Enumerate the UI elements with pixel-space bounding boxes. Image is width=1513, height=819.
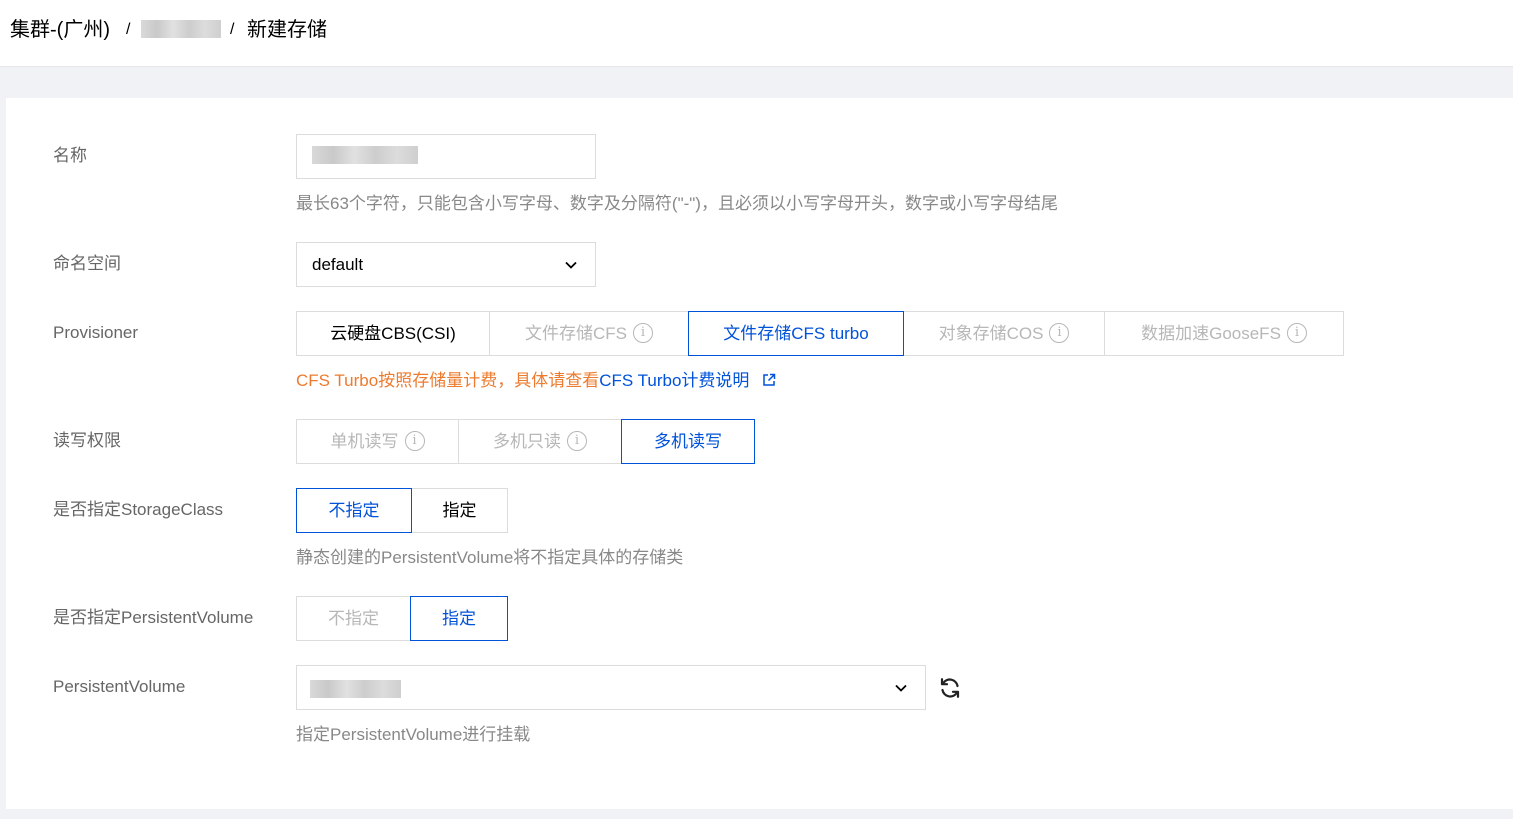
billing-note: CFS Turbo按照存储量计费，具体请查看CFS Turbo计费说明: [296, 370, 776, 392]
pv-toggle-label: 是否指定PersistentVolume: [53, 608, 254, 627]
storage-class-option-specify[interactable]: 指定: [411, 488, 508, 533]
pv-select[interactable]: [296, 665, 926, 710]
name-label: 名称: [53, 146, 87, 165]
info-circle-icon[interactable]: i: [633, 322, 653, 343]
pv-option-specify[interactable]: 指定: [410, 596, 508, 641]
access-mode-rwx[interactable]: 多机读写: [621, 419, 755, 464]
name-input[interactable]: [296, 134, 596, 179]
name-value-redacted: [312, 146, 418, 164]
provisioner-option-goosefs[interactable]: 数据加速GooseFS i: [1104, 311, 1344, 356]
page-title: 新建存储: [247, 19, 327, 41]
pv-option-none[interactable]: 不指定: [296, 596, 411, 641]
provisioner-option-cos[interactable]: 对象存储COS i: [903, 311, 1105, 356]
name-hint: 最长63个字符，只能包含小写字母、数字及分隔符("-")，且必须以小写字母开头，…: [296, 194, 1058, 213]
external-link-icon[interactable]: [762, 373, 776, 387]
pv-label: PersistentVolume: [53, 677, 186, 696]
billing-link[interactable]: CFS Turbo计费说明: [599, 371, 749, 390]
refresh-icon[interactable]: [938, 676, 962, 700]
chevron-down-icon: [565, 261, 577, 269]
chevron-down-icon: [895, 684, 907, 692]
info-circle-icon[interactable]: i: [1286, 322, 1307, 343]
storage-class-option-none[interactable]: 不指定: [296, 488, 412, 533]
provisioner-option-cfs[interactable]: 文件存储CFS i: [489, 311, 689, 356]
access-mode-label: 读写权限: [53, 431, 121, 450]
info-circle-icon[interactable]: i: [1049, 322, 1070, 343]
access-mode-rox[interactable]: 多机只读 i: [458, 419, 622, 464]
access-mode-rwo[interactable]: 单机读写 i: [296, 419, 459, 464]
storage-class-hint: 静态创建的PersistentVolume将不指定具体的存储类: [296, 548, 684, 567]
breadcrumb-cluster-id-redacted[interactable]: [141, 20, 221, 38]
breadcrumb-separator: /: [230, 21, 235, 38]
pv-hint: 指定PersistentVolume进行挂载: [296, 725, 531, 744]
page-header: 集群-(广州) / / 新建存储: [0, 0, 1513, 67]
storage-class-label: 是否指定StorageClass: [53, 500, 224, 519]
provisioner-option-cbs[interactable]: 云硬盘CBS(CSI): [296, 311, 490, 356]
namespace-label: 命名空间: [53, 254, 121, 273]
namespace-select[interactable]: default: [296, 242, 596, 287]
breadcrumb-separator: /: [126, 21, 131, 38]
info-circle-icon[interactable]: i: [567, 430, 587, 451]
provisioner-option-cfs-turbo[interactable]: 文件存储CFS turbo: [688, 311, 904, 356]
breadcrumb-cluster[interactable]: 集群-(广州): [10, 17, 110, 43]
info-circle-icon[interactable]: i: [404, 430, 425, 451]
namespace-value: default: [312, 255, 364, 274]
provisioner-label: Provisioner: [53, 323, 139, 342]
pv-value-redacted: [310, 680, 401, 698]
billing-note-text: CFS Turbo按照存储量计费，具体请查看: [296, 371, 600, 390]
